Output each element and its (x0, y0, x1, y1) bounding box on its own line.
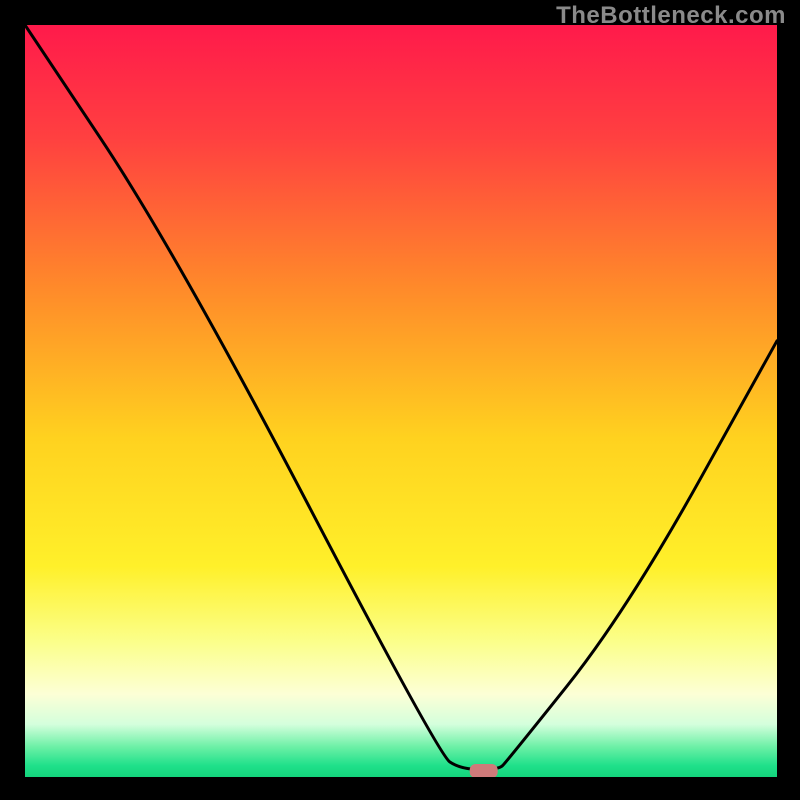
gradient-background (25, 25, 777, 777)
chart-svg (25, 25, 777, 777)
plot-area (25, 25, 777, 777)
watermark-text: TheBottleneck.com (556, 2, 786, 30)
chart-container: TheBottleneck.com (0, 0, 800, 800)
optimal-marker (470, 764, 498, 777)
